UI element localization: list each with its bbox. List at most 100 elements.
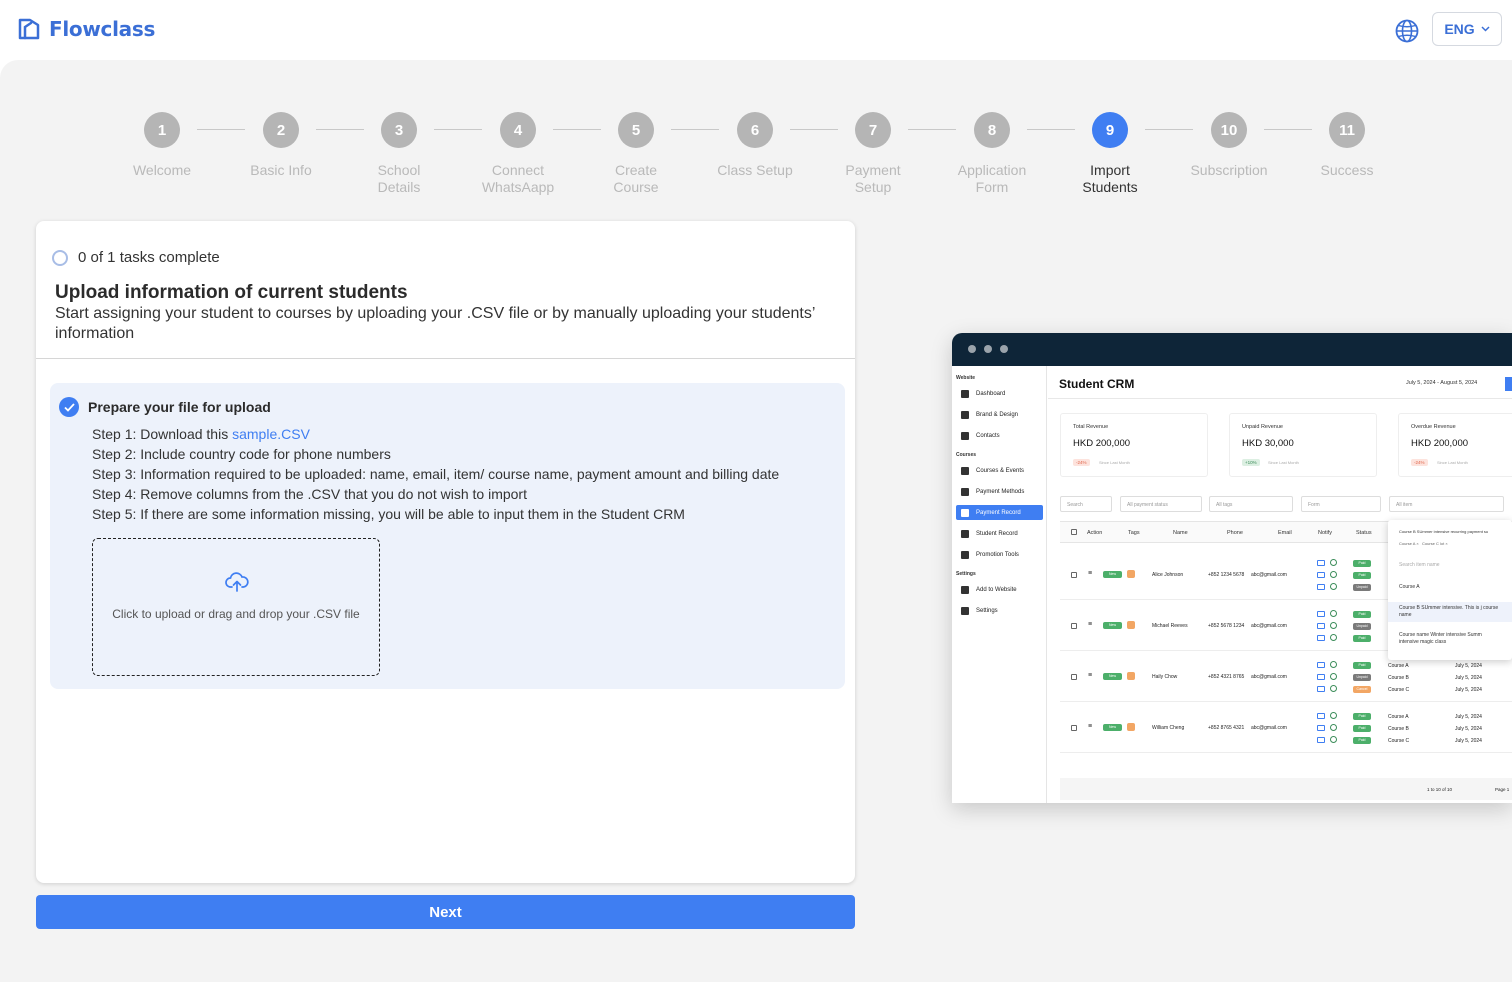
brand-logo[interactable]: Flowclass [17, 17, 155, 41]
row-date: July 5, 2024 [1455, 714, 1482, 720]
card-title: Upload information of current students [55, 282, 408, 303]
instruction-step-5: Step 5: If there are some information mi… [92, 506, 685, 522]
stat-label: Overdue Revenue [1411, 424, 1456, 430]
row-phone: +852 4321 8765 [1208, 674, 1245, 680]
status-badge: Paid [1353, 725, 1371, 732]
stat-value: HKD 200,000 [1411, 438, 1469, 449]
crm-preview-image: Website Dashboard Brand & Design Contact… [952, 333, 1512, 803]
window-dot-icon [1000, 345, 1008, 353]
mail-icon [1317, 611, 1325, 617]
row-email: abc@gmail.com [1251, 725, 1287, 731]
row-date: July 5, 2024 [1455, 675, 1482, 681]
preview-section-website: Website [956, 375, 976, 381]
status-badge: Paid [1353, 611, 1371, 618]
row-course: Course B [1388, 726, 1409, 732]
column-header: Notify [1318, 530, 1333, 536]
stat-label: Total Revenue [1073, 424, 1109, 430]
row-date: July 5, 2024 [1455, 726, 1482, 732]
row-name: Alice Johnson [1152, 572, 1184, 578]
code-icon [961, 585, 969, 594]
row-course: Course C [1388, 687, 1410, 693]
column-header: Phone [1227, 530, 1243, 536]
instruction-steps: Step 1: Download this sample.CSV Step 2:… [92, 424, 779, 524]
globe-icon[interactable] [1394, 18, 1420, 44]
preview-stat-card: Overdue Revenue HKD 200,000 -24% Since L… [1398, 413, 1512, 477]
language-select[interactable]: ENG [1432, 12, 1502, 46]
preview-main: Student CRM July 5, 2024 - August 5, 202… [1048, 366, 1512, 803]
whatsapp-icon [1330, 571, 1337, 578]
row-course: Course B [1388, 675, 1409, 681]
step-label: Payment Setup [845, 162, 901, 195]
whatsapp-icon [1330, 634, 1337, 641]
step-7: 7 Payment Setup [818, 112, 928, 196]
pagination-text: 1 to 10 of 10 [1427, 787, 1453, 792]
preview-date-range: July 5, 2024 - August 5, 2024 [1406, 380, 1478, 386]
row-name: Haily Chow [1152, 674, 1178, 680]
window-dot-icon [984, 345, 992, 353]
divider [1048, 398, 1512, 399]
preview-nav-label: Payment Methods [976, 488, 1025, 495]
step-number: 4 [500, 112, 536, 148]
whatsapp-icon [1330, 583, 1337, 590]
csv-upload-dropzone[interactable]: Click to upload or drag and drop your .C… [92, 538, 380, 676]
step-10: 10 Subscription [1174, 112, 1284, 179]
stat-label: Unpaid Revenue [1242, 424, 1283, 430]
chevron-down-icon [1481, 26, 1490, 32]
page-label: Page 1 [1495, 787, 1510, 792]
stat-compare: Since Last Month [1437, 460, 1468, 465]
preview-filter: All tags [1209, 496, 1293, 512]
instruction-step-2: Step 2: Include country code for phone n… [92, 446, 391, 462]
row-phone: +852 8765 4321 [1208, 725, 1245, 731]
preview-nav-label: Brand & Design [976, 411, 1019, 418]
row-course: Course C [1388, 738, 1410, 744]
row-email: abc@gmail.com [1251, 572, 1287, 578]
preview-stat-card: Total Revenue HKD 200,000 -24% Since Las… [1060, 413, 1208, 477]
preview-stat-card: Unpaid Revenue HKD 30,000 +10% Since Las… [1229, 413, 1377, 477]
step-number: 6 [737, 112, 773, 148]
step-number: 11 [1329, 112, 1365, 148]
checkbox-icon [1071, 623, 1077, 629]
preview-pagination: 1 to 10 of 10 Page 1 [1060, 778, 1512, 800]
step-5: 5 Create Course [581, 112, 691, 196]
dropdown-option: Course A [1399, 584, 1420, 590]
chip: Course C lot [1422, 541, 1445, 546]
home-icon [961, 410, 969, 419]
step-number: 7 [855, 112, 891, 148]
step-number: 5 [618, 112, 654, 148]
step-label: Import Students [1082, 162, 1138, 195]
tag-icon [1127, 723, 1135, 731]
row-name: William Cheng [1152, 725, 1185, 731]
checkbox-icon [1071, 572, 1077, 578]
mail-icon [1317, 584, 1325, 590]
preview-nav-label: Contacts [976, 432, 1000, 439]
checkmark-icon [59, 397, 79, 417]
preview-item-dropdown: Course B SUmmer intensive recurring paym… [1388, 520, 1512, 660]
preview-nav-label: Dashboard [976, 390, 1006, 397]
rocket-icon [961, 389, 969, 398]
mail-icon [1317, 560, 1325, 566]
preview-search: Search [1060, 496, 1112, 512]
onboarding-stepper: 1 Welcome 2 Basic Info 3 School Details 4 Conne… [0, 112, 1512, 202]
step-11: 11 Success [1292, 112, 1402, 179]
step-9: 9 Import Students [1055, 112, 1165, 196]
panel-heading-text: Prepare your file for upload [88, 399, 271, 415]
mail-icon [1317, 674, 1325, 680]
mail-icon [1317, 572, 1325, 578]
upload-instructions-panel: Prepare your file for upload Step 1: Dow… [50, 383, 845, 689]
status-badge: Unpaid [1353, 584, 1371, 591]
step-8: 8 Application Form [937, 112, 1047, 196]
step-label: School Details [377, 162, 421, 195]
step-2: 2 Basic Info [226, 112, 336, 179]
row-date: July 5, 2024 [1455, 738, 1482, 744]
whatsapp-icon [1330, 661, 1337, 668]
preview-nav-label: Promotion Tools [976, 551, 1019, 558]
contacts-icon [961, 431, 969, 440]
sample-csv-link[interactable]: sample.CSV [232, 426, 310, 442]
status-badge: Paid [1353, 560, 1371, 567]
status-badge: Paid [1353, 713, 1371, 720]
mail-icon [1317, 725, 1325, 731]
preview-nav-item: Student Record [956, 526, 1043, 541]
menu-icon: ≡ [1088, 570, 1093, 577]
next-button[interactable]: Next [36, 895, 855, 929]
step-label: Subscription [1190, 162, 1268, 178]
